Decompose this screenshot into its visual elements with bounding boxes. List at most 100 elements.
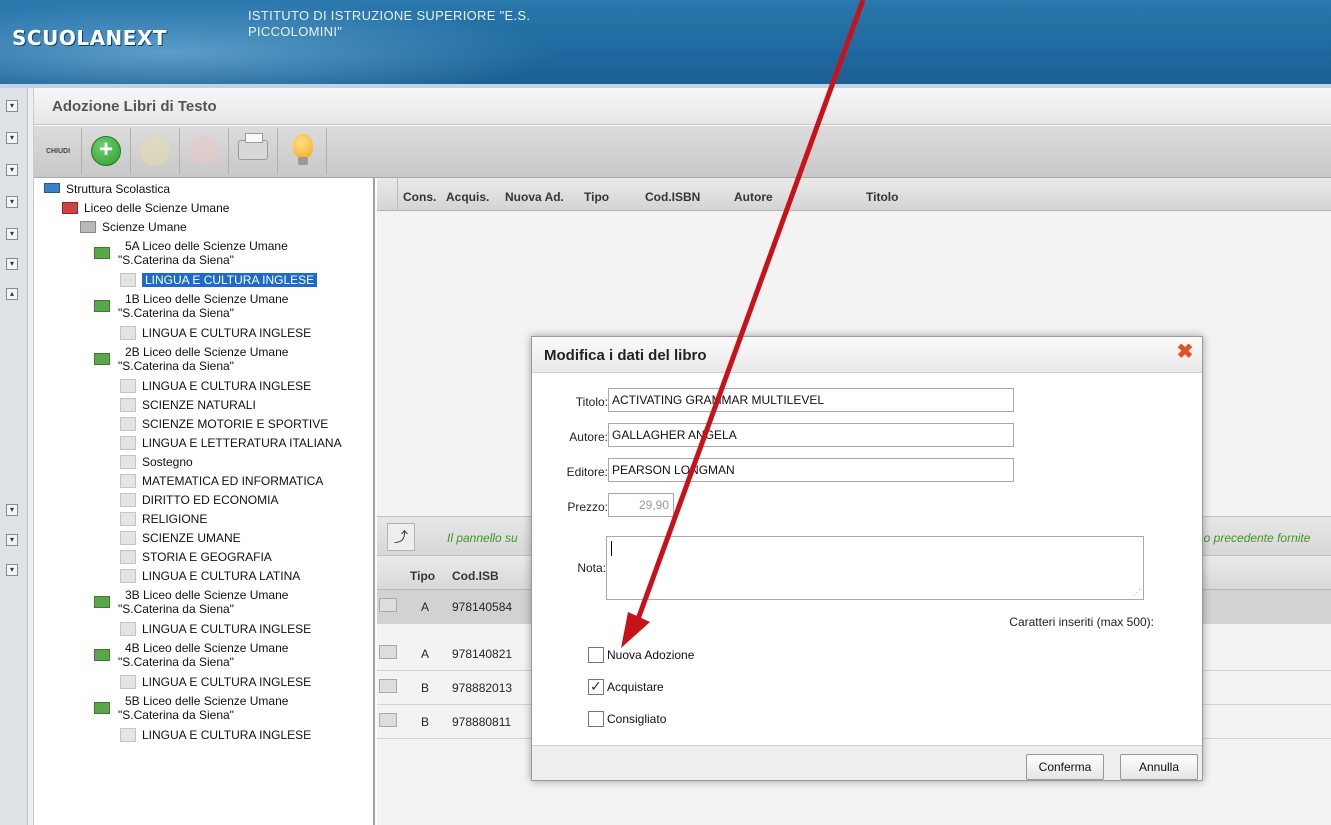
tree-subject[interactable]: LINGUA E CULTURA INGLESE — [120, 728, 311, 742]
tree-subject-label: MATEMATICA ED INFORMATICA — [142, 474, 324, 488]
expand-toggle-icon[interactable]: ▾ — [6, 504, 18, 516]
tree-subject[interactable]: LINGUA E CULTURA INGLESE — [120, 622, 311, 636]
tree-school[interactable]: Liceo delle Scienze Umane — [62, 201, 229, 215]
tree-subject-label: LINGUA E CULTURA INGLESE — [142, 379, 312, 393]
app-logo: SCUOLANEXT — [12, 26, 168, 50]
tree-subject[interactable]: SCIENZE MOTORIE E SPORTIVE — [120, 417, 328, 431]
subject-icon — [120, 273, 136, 287]
nota-label: Nota: — [577, 561, 606, 575]
char-count-label: Caratteri inseriti (max 500): — [1009, 615, 1154, 629]
subject-icon — [120, 675, 136, 689]
expand-toggle-icon[interactable]: ▾ — [6, 564, 18, 576]
tree-subject[interactable]: DIRITTO ED ECONOMIA — [120, 493, 278, 507]
subject-icon — [120, 512, 136, 526]
subject-icon — [120, 398, 136, 412]
tree-subject-label: SCIENZE NATURALI — [142, 398, 256, 412]
tree-subject-label: LINGUA E CULTURA INGLESE — [142, 622, 312, 636]
close-button[interactable]: CHIUDI — [34, 128, 82, 174]
tree-class[interactable]: 5B Liceo delle Scienze Umane "S.Caterina … — [94, 694, 288, 722]
tree-subject[interactable]: RELIGIONE — [120, 512, 207, 526]
tree-subject[interactable]: LINGUA E LETTERATURA ITALIANA — [120, 436, 342, 450]
prezzo-field[interactable]: 29,90 — [608, 493, 674, 517]
subject-icon — [120, 474, 136, 488]
tips-button[interactable] — [279, 128, 327, 174]
nota-textarea[interactable]: ⋰ — [606, 536, 1144, 600]
subject-icon — [120, 436, 136, 450]
tree-class-sublabel: "S.Caterina da Siena" — [118, 708, 234, 722]
tree-subject[interactable]: SCIENZE NATURALI — [120, 398, 256, 412]
checkbox-box[interactable] — [588, 711, 604, 727]
bulb-icon — [293, 134, 313, 165]
school-icon — [62, 202, 78, 214]
app-header: SCUOLANEXT ISTITUTO DI ISTRUZIONE SUPERI… — [0, 0, 1331, 88]
expand-toggle-icon[interactable]: ▾ — [6, 534, 18, 546]
text-caret — [611, 541, 612, 556]
autore-field[interactable]: GALLAGHER ANGELA — [608, 423, 1014, 447]
consigliato-label: Consigliato — [607, 712, 667, 726]
tree-subject[interactable]: SCIENZE UMANE — [120, 531, 241, 545]
expand-toggle-icon[interactable]: ▾ — [6, 164, 18, 176]
confirm-button[interactable]: Conferma — [1026, 754, 1104, 780]
print-button[interactable] — [230, 128, 278, 174]
add-icon: + — [91, 136, 121, 166]
edit-button[interactable] — [132, 128, 180, 174]
tree-class[interactable]: 2B Liceo delle Scienze Umane "S.Caterina … — [94, 345, 288, 373]
tree-subject[interactable]: LINGUA E CULTURA INGLESE — [120, 326, 311, 340]
tree-class[interactable]: 5A Liceo delle Scienze Umane "S.Caterina … — [94, 239, 288, 267]
tree-subject[interactable]: Sostegno — [120, 455, 193, 469]
tree-class[interactable]: 3B Liceo delle Scienze Umane "S.Caterina … — [94, 588, 288, 616]
tree-class-label: 4B Liceo delle Scienze Umane — [125, 641, 289, 655]
dialog-title: Modifica i dati del libro — [544, 347, 707, 364]
print-icon — [238, 133, 268, 160]
resize-grip-icon[interactable]: ⋰ — [1133, 588, 1141, 597]
checkbox-box-checked[interactable] — [588, 678, 604, 695]
tree-subject-label: SCIENZE UMANE — [142, 531, 241, 545]
close-icon[interactable]: ✖ — [1174, 341, 1196, 363]
add-button[interactable]: + — [83, 128, 131, 174]
prezzo-label: Prezzo: — [567, 500, 608, 514]
collapse-toggle-icon[interactable]: ▴ — [6, 288, 18, 300]
building-icon — [44, 183, 60, 193]
tree-subject-label: DIRITTO ED ECONOMIA — [142, 493, 279, 507]
dialog-footer: Conferma Annulla — [532, 745, 1202, 780]
tree-class-sublabel: "S.Caterina da Siena" — [118, 253, 234, 267]
tree-root[interactable]: Struttura Scolastica — [44, 182, 170, 196]
titolo-field[interactable]: ACTIVATING GRAMMAR MULTILEVEL — [608, 388, 1014, 412]
expand-toggle-icon[interactable]: ▾ — [6, 228, 18, 240]
delete-button[interactable] — [181, 128, 229, 174]
classroom-icon — [94, 649, 110, 661]
tree-subject-label: Sostegno — [142, 455, 193, 469]
tree-subject-label: RELIGIONE — [142, 512, 208, 526]
cancel-button[interactable]: Annulla — [1120, 754, 1198, 780]
classroom-icon — [94, 300, 110, 312]
editore-field[interactable]: PEARSON LONGMAN — [608, 458, 1014, 482]
classroom-icon — [94, 596, 110, 608]
tree-subject[interactable]: LINGUA E CULTURA INGLESE — [120, 273, 318, 287]
tree-subject[interactable]: LINGUA E CULTURA LATINA — [120, 569, 300, 583]
expand-toggle-icon[interactable]: ▾ — [6, 196, 18, 208]
tree-class-label: 1B Liceo delle Scienze Umane — [125, 292, 289, 306]
tree-class[interactable]: 1B Liceo delle Scienze Umane "S.Caterina … — [94, 292, 288, 320]
tree-subject[interactable]: MATEMATICA ED INFORMATICA — [120, 474, 323, 488]
tree-branch[interactable]: Scienze Umane — [80, 220, 187, 234]
tree-subject-label: LINGUA E CULTURA INGLESE — [142, 675, 312, 689]
checkbox-box[interactable] — [588, 647, 604, 663]
subject-icon — [120, 379, 136, 393]
tree-class-sublabel: "S.Caterina da Siena" — [118, 359, 234, 373]
delete-icon — [189, 136, 219, 166]
tree-subject[interactable]: LINGUA E CULTURA INGLESE — [120, 379, 311, 393]
nuova-adozione-label: Nuova Adozione — [607, 648, 695, 662]
toolbar: CHIUDI + — [34, 126, 1331, 178]
tree-class-label: 5A Liceo delle Scienze Umane — [125, 239, 288, 253]
edit-book-dialog: Modifica i dati del libro ✖ Titolo: ACTI… — [531, 336, 1203, 781]
tree-subject-label: LINGUA E CULTURA INGLESE — [142, 728, 312, 742]
editore-label: Editore: — [566, 465, 608, 479]
tree-class[interactable]: 4B Liceo delle Scienze Umane "S.Caterina … — [94, 641, 288, 669]
expand-toggle-icon[interactable]: ▾ — [6, 132, 18, 144]
tree-subject[interactable]: STORIA E GEOGRAFIA — [120, 550, 272, 564]
tree-subject[interactable]: LINGUA E CULTURA INGLESE — [120, 675, 311, 689]
expand-toggle-icon[interactable]: ▾ — [6, 258, 18, 270]
subject-icon — [120, 728, 136, 742]
tree-class-label: 3B Liceo delle Scienze Umane — [125, 588, 289, 602]
expand-toggle-icon[interactable]: ▾ — [6, 100, 18, 112]
